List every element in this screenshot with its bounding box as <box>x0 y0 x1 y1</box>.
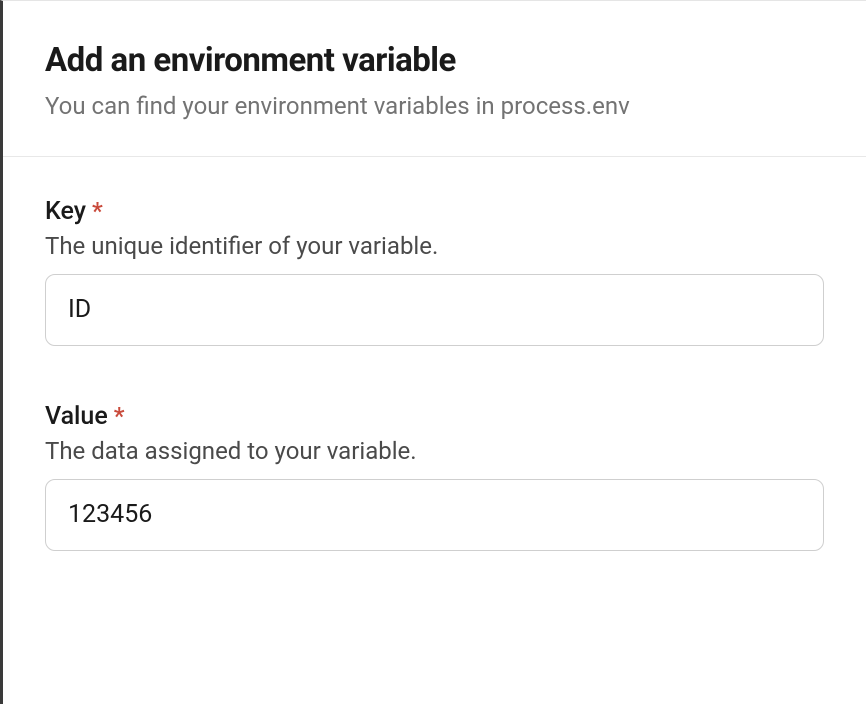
key-helper-text: The unique identifier of your variable. <box>45 232 824 260</box>
page-subtitle: You can find your environment variables … <box>45 90 824 124</box>
form-header: Add an environment variable You can find… <box>3 1 866 157</box>
value-input[interactable] <box>45 479 824 551</box>
required-indicator-icon: * <box>92 197 103 225</box>
key-input[interactable] <box>45 274 824 346</box>
required-indicator-icon: * <box>114 402 125 430</box>
key-label: Key <box>45 197 86 226</box>
value-label: Value <box>45 402 108 431</box>
key-field-group: Key * The unique identifier of your vari… <box>45 197 824 346</box>
env-variable-form-panel: Add an environment variable You can find… <box>0 0 866 704</box>
page-title: Add an environment variable <box>45 41 824 80</box>
key-label-row: Key * <box>45 197 824 226</box>
value-label-row: Value * <box>45 402 824 431</box>
value-helper-text: The data assigned to your variable. <box>45 437 824 465</box>
value-field-group: Value * The data assigned to your variab… <box>45 402 824 551</box>
form-body: Key * The unique identifier of your vari… <box>3 157 866 551</box>
